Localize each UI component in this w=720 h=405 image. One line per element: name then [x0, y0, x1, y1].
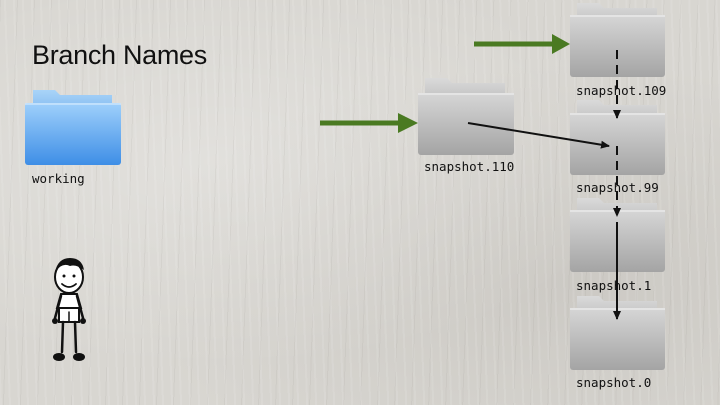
branch-pointer-arrow-109 [474, 34, 570, 54]
branch-folder-label: snapshot.110 [424, 159, 515, 174]
working-folder-icon[interactable] [25, 90, 121, 165]
snapshot-label: snapshot.99 [576, 180, 659, 195]
working-folder-label: working [32, 171, 85, 186]
branch-diagram [25, 3, 665, 370]
snapshot-label: snapshot.109 [576, 83, 667, 98]
branch-folder-icon[interactable] [418, 78, 514, 155]
snapshot-label: snapshot.0 [576, 375, 652, 390]
stick-figure-icon [52, 258, 86, 361]
branch-pointer-arrow-110 [320, 113, 418, 133]
snapshot-label: snapshot.1 [576, 278, 652, 293]
